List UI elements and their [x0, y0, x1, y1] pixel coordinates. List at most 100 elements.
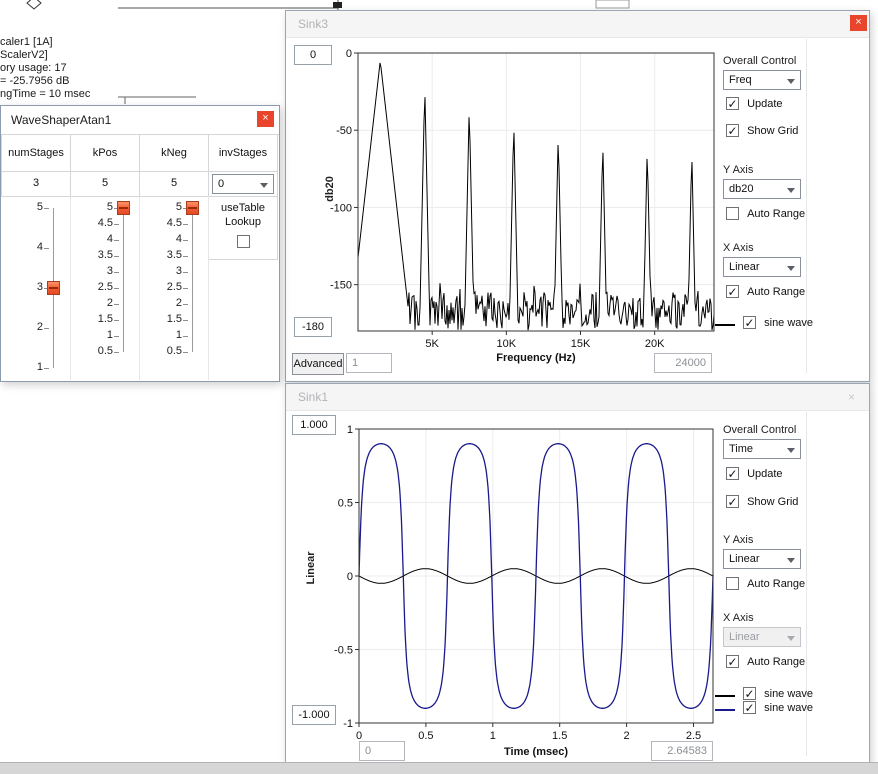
legend-label: sine wave — [764, 701, 813, 715]
kPos-scale-label: 4.5 — [77, 217, 113, 230]
x-axis-dropdown[interactable]: Linear — [723, 627, 801, 647]
kNeg-scale-label: 1 — [146, 329, 182, 342]
y-axis-dropdown[interactable]: Linear — [723, 549, 801, 569]
y-auto-range-checkbox[interactable] — [726, 577, 739, 590]
waveshaper-titlebar[interactable]: WaveShaperAtan1 × — [1, 106, 279, 135]
numStages-scale-label: 2 — [7, 321, 43, 334]
legend-row: ✓ sine wave — [715, 701, 813, 715]
y-auto-range-checkbox[interactable] — [726, 207, 739, 220]
tick-mark — [183, 272, 188, 273]
chevron-down-icon — [260, 183, 268, 188]
sink1-titlebar[interactable]: Sink1 × — [286, 384, 869, 411]
y-auto-range-label: Auto Range — [747, 207, 805, 221]
x-auto-range-row: ✓ Auto Range — [726, 285, 805, 299]
tick-mark — [44, 328, 49, 329]
legend-checkbox[interactable]: ✓ — [743, 687, 756, 700]
tick-mark — [44, 248, 49, 249]
kNeg-slider-track[interactable] — [192, 208, 193, 352]
show-grid-checkbox[interactable]: ✓ — [726, 495, 739, 508]
y-axis-dropdown[interactable]: db20 — [723, 179, 801, 199]
numStages-slider-handle[interactable] — [47, 281, 60, 295]
numstages-value[interactable]: 3 — [1, 171, 71, 197]
tick-mark — [183, 352, 188, 353]
info-line: = -25.7956 dB — [0, 75, 90, 88]
dropdown-value: 0 — [218, 178, 224, 190]
x-axis-dropdown[interactable]: Linear — [723, 257, 801, 277]
dropdown-value: Linear — [729, 553, 760, 565]
kNeg-scale-label: 0.5 — [146, 345, 182, 358]
update-checkbox[interactable]: ✓ — [726, 467, 739, 480]
tick-mark — [114, 336, 119, 337]
sink1-window: Sink1 × 1.000 -1.000 Linear 00.511.522.5… — [285, 383, 870, 764]
x-axis-title: Frequency (Hz) — [461, 352, 611, 364]
legend-checkbox[interactable]: ✓ — [743, 316, 756, 329]
tick-mark — [114, 320, 119, 321]
tick-mark — [183, 336, 188, 337]
sink1-plot[interactable]: 00.511.522.510.50-0.5-1 — [325, 423, 721, 743]
sink3-titlebar[interactable]: Sink3 × — [286, 11, 869, 38]
close-button[interactable]: × — [848, 390, 855, 404]
chevron-down-icon — [787, 448, 795, 453]
info-line: ngTime = 10 msec — [0, 88, 90, 101]
kPos-scale-label: 3.5 — [77, 249, 113, 262]
column-header-numstages: numStages — [1, 134, 71, 172]
kPos-slider-track[interactable] — [123, 208, 124, 352]
diamond-node — [27, 0, 41, 9]
kpos-value[interactable]: 5 — [70, 171, 140, 197]
close-button[interactable]: × — [257, 111, 274, 127]
legend-color-line — [715, 709, 735, 711]
tick-mark — [114, 288, 119, 289]
y-tick-label: 0.5 — [338, 498, 353, 510]
update-checkbox[interactable]: ✓ — [726, 97, 739, 110]
dropdown-value: Linear — [729, 261, 760, 273]
kNeg-slider-handle[interactable] — [186, 201, 199, 215]
close-button[interactable]: × — [850, 15, 867, 31]
kPos-scale-label: 1 — [77, 329, 113, 342]
x-start-input[interactable]: 0 — [359, 741, 405, 761]
column-header-kpos: kPos — [70, 134, 140, 172]
advanced-button[interactable]: Advanced — [292, 353, 344, 375]
kNeg-scale-label: 4.5 — [146, 217, 182, 230]
tick-mark — [183, 320, 188, 321]
x-end-input[interactable]: 24000 — [654, 353, 712, 373]
update-label: Update — [747, 467, 782, 481]
x-end-input[interactable]: 2.64583 — [651, 741, 713, 761]
tick-mark — [114, 352, 119, 353]
tick-mark — [114, 224, 119, 225]
show-grid-checkbox[interactable]: ✓ — [726, 124, 739, 137]
dropdown-value: Time — [729, 443, 753, 455]
numStages-scale-label: 4 — [7, 241, 43, 254]
y-tick-label: -100 — [330, 202, 352, 214]
kPos-scale-label: 3 — [77, 265, 113, 278]
kPos-slider-handle[interactable] — [117, 201, 130, 215]
show-grid-label: Show Grid — [747, 124, 798, 138]
x-tick-label: 15K — [571, 338, 591, 350]
info-line: ory usage: 17 — [0, 62, 90, 75]
overall-control-dropdown[interactable]: Freq — [723, 70, 801, 90]
numStages-scale-label: 3 — [7, 281, 43, 294]
window-title: Sink3 — [298, 17, 328, 31]
kPos-scale-label: 1.5 — [77, 313, 113, 326]
kneg-value[interactable]: 5 — [139, 171, 209, 197]
x-auto-range-checkbox[interactable]: ✓ — [726, 285, 739, 298]
dropdown-value: db20 — [729, 183, 753, 195]
legend-checkbox[interactable]: ✓ — [743, 701, 756, 714]
window-title: WaveShaperAtan1 — [11, 113, 111, 127]
tick-mark — [114, 240, 119, 241]
x-tick-label: 20K — [645, 338, 665, 350]
plot-border — [358, 53, 714, 331]
sink3-plot[interactable]: 5K10K15K20K0-50-100-150 — [324, 47, 722, 351]
x-auto-range-checkbox[interactable]: ✓ — [726, 655, 739, 668]
y-tick-label: 1 — [347, 424, 353, 436]
tick-mark — [183, 240, 188, 241]
show-grid-label: Show Grid — [747, 495, 798, 509]
wire-line-2 — [118, 97, 196, 104]
y-tick-label: 0 — [346, 48, 352, 60]
tick-mark — [183, 224, 188, 225]
kNeg-scale-label: 4 — [146, 233, 182, 246]
spectrum-trace — [358, 63, 714, 330]
invstages-dropdown[interactable]: 0 — [212, 174, 274, 194]
x-start-input[interactable]: 1 — [346, 353, 392, 373]
overall-control-dropdown[interactable]: Time — [723, 439, 801, 459]
app-canvas: caler1 [1A] ScalerV2] ory usage: 17 = -2… — [0, 0, 878, 774]
